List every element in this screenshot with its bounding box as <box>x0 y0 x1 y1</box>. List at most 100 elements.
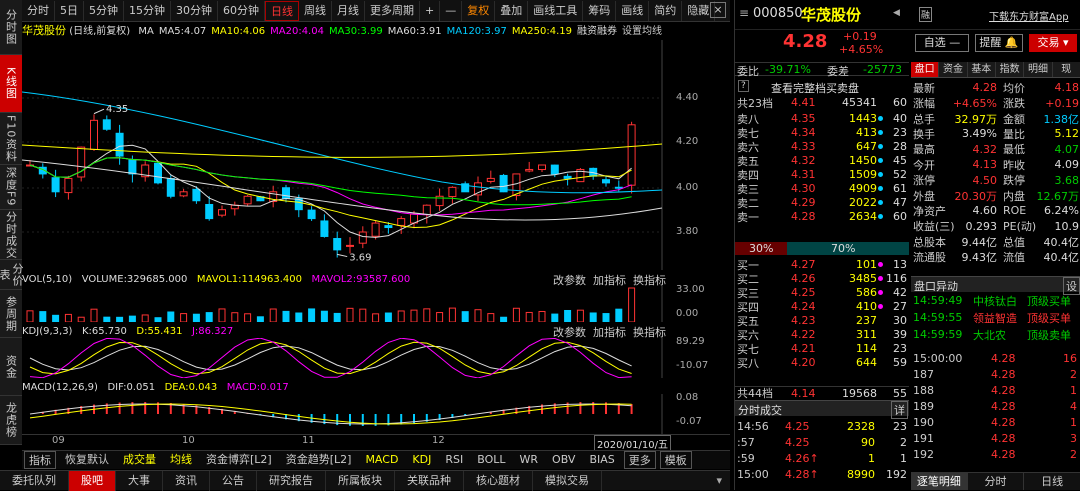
vtab-1[interactable]: K线图 <box>0 55 22 113</box>
volume-bar <box>52 314 60 322</box>
alert-row[interactable]: 14:59:49 中核钛白 顶级买单 <box>911 294 1080 308</box>
indtab-12[interactable]: BIAS <box>582 451 621 469</box>
bottomtab-1[interactable]: 股吧 <box>69 470 116 491</box>
window-close-button[interactable]: × <box>710 2 726 18</box>
bottomtab-3[interactable]: 资讯 <box>163 470 210 491</box>
download-app-link[interactable]: 下载东方财富App <box>989 8 1069 23</box>
toolbar-14[interactable]: 画线工具 <box>528 0 584 21</box>
candle <box>538 164 546 173</box>
vtab-5[interactable]: 分价表 <box>0 260 24 290</box>
book-count: 45 <box>893 154 907 168</box>
stock-name: 华茂股份 <box>801 6 862 24</box>
toolbar-7[interactable]: 周线 <box>299 0 332 21</box>
toolbar-16[interactable]: 画线 <box>616 0 650 21</box>
indtab-14[interactable]: 模板 <box>659 451 692 469</box>
bottomtab-9[interactable]: 模拟交易 <box>533 470 602 491</box>
vtab-0[interactable]: 分时图 <box>0 0 22 55</box>
toolbar-15[interactable]: 筹码 <box>583 0 617 21</box>
quote-tab-4[interactable]: 明细 <box>1024 62 1053 77</box>
candlestick-chart[interactable]: 4.35 3.69 <box>22 40 730 270</box>
right-bottom-tab-2[interactable]: 日线 <box>1024 473 1080 490</box>
vtab-4[interactable]: 分时成交 <box>0 210 22 260</box>
panel-link-1-0[interactable]: 改参数 <box>553 324 586 340</box>
full-book-link[interactable]: ? 查看完整档买卖盘 <box>735 79 909 95</box>
trade-button[interactable]: 交易 ▾ <box>1029 34 1077 52</box>
panel-link-0-0[interactable]: 改参数 <box>553 272 586 288</box>
bottomtab-7[interactable]: 关联品种 <box>395 470 464 491</box>
right-bottom-tab-1[interactable]: 分时 <box>968 473 1025 490</box>
toolbar-8[interactable]: 月线 <box>332 0 365 21</box>
toolbar-6[interactable]: 日线 <box>265 0 299 21</box>
indtab-4[interactable]: 资金博弈[L2] <box>199 451 279 469</box>
quote-tab-0[interactable]: 盘口 <box>911 62 940 77</box>
indtab-9[interactable]: BOLL <box>470 451 512 469</box>
toolbar-12[interactable]: 复权 <box>462 0 496 21</box>
menu-icon[interactable]: ≡ <box>739 6 749 20</box>
toolbar-0[interactable]: 分时 <box>22 0 55 21</box>
bottomtab-8[interactable]: 核心题材 <box>464 470 533 491</box>
alert-row[interactable]: 14:59:55 领益智造 顶级买单 <box>911 311 1080 325</box>
ticks-header: 分时成交 详 <box>735 400 909 419</box>
panel-link-1-2[interactable]: 换指标 <box>633 324 666 340</box>
tick-price: 4.28↑ <box>785 468 819 482</box>
prev-arrow-icon[interactable]: ◀ <box>893 8 900 18</box>
right-bottom-tab-0[interactable]: 逐笔明细 <box>911 473 968 490</box>
indtab-1[interactable]: 恢复默认 <box>58 451 116 469</box>
quote-tab-5[interactable]: 现 <box>1053 62 1080 77</box>
panel-link-1-1[interactable]: 加指标 <box>593 324 626 340</box>
vtab-8[interactable]: 龙虎榜 <box>0 396 22 445</box>
indtab-13[interactable]: 更多 <box>623 451 656 469</box>
ytick-2: 4.00 <box>676 182 699 193</box>
indtab-0[interactable]: 指标 <box>24 451 56 469</box>
toolbar-11[interactable]: — <box>440 0 463 21</box>
toolbar-10[interactable]: + <box>420 0 441 21</box>
toolbar-17[interactable]: 简约 <box>649 0 683 21</box>
toolbar-2[interactable]: 5分钟 <box>84 0 124 21</box>
collapse-arrow-icon[interactable]: ▾ <box>716 474 722 487</box>
alert-row[interactable]: 14:59:59 大北农 顶级卖单 <box>911 328 1080 342</box>
bottomtab-4[interactable]: 公告 <box>210 470 257 491</box>
indtab-10[interactable]: WR <box>513 451 546 469</box>
indtab-5[interactable]: 资金趋势[L2] <box>279 451 359 469</box>
indtab-2[interactable]: 成交量 <box>116 451 163 469</box>
bottomtab-5[interactable]: 研究报告 <box>257 470 326 491</box>
vtab-6[interactable]: 参周期 <box>0 290 22 338</box>
quote-tab-3[interactable]: 指数 <box>996 62 1025 77</box>
panel-link-0-2[interactable]: 换指标 <box>633 272 666 288</box>
total-buy-price: 4.14 <box>791 386 816 400</box>
quote-tab-1[interactable]: 资金 <box>939 62 968 77</box>
macd-chart[interactable] <box>22 394 730 434</box>
quote-value: 4.13 <box>972 158 998 172</box>
vtab-3[interactable]: 深度F9 <box>0 165 22 210</box>
panel-link-0-1[interactable]: 加指标 <box>593 272 626 288</box>
ytick-3: 3.80 <box>676 226 699 237</box>
bottomtab-0[interactable]: 委托队列 <box>0 470 69 491</box>
indtab-8[interactable]: RSI <box>438 451 470 469</box>
indtab-3[interactable]: 均线 <box>163 451 199 469</box>
bottomtab-6[interactable]: 所属板块 <box>326 470 395 491</box>
add-watchlist-button[interactable]: 自选 — <box>915 34 969 52</box>
volume-chart[interactable] <box>22 286 730 322</box>
indtab-11[interactable]: OBV <box>545 451 582 469</box>
toolbar-4[interactable]: 30分钟 <box>171 0 218 21</box>
vtab-7[interactable]: 资金 <box>0 338 22 396</box>
kdj-axis: 89.29 -10.07 <box>670 336 730 380</box>
kdj-chart[interactable] <box>22 338 730 378</box>
bottomtab-2[interactable]: 大事 <box>116 470 163 491</box>
ma-settings-link[interactable]: 设置均线 <box>622 22 662 37</box>
remind-button[interactable]: 提醒 🔔 <box>975 34 1023 52</box>
indtab-7[interactable]: KDJ <box>405 451 438 469</box>
toolbar-1[interactable]: 5日 <box>55 0 84 21</box>
volume-bar <box>231 312 239 322</box>
trade-vol: 2 <box>1070 448 1077 462</box>
vtab-2[interactable]: F10资料 <box>0 113 22 165</box>
quote-tab-2[interactable]: 基本 <box>968 62 996 77</box>
quote-value: 3.49% <box>962 127 997 141</box>
indtab-6[interactable]: MACD <box>358 451 405 469</box>
toolbar-9[interactable]: 更多周期 <box>365 0 420 21</box>
toolbar-13[interactable]: 叠加 <box>495 0 529 21</box>
ticks-detail-button[interactable]: 详 <box>891 401 908 419</box>
book-price: 4.34 <box>791 126 816 140</box>
toolbar-5[interactable]: 60分钟 <box>218 0 265 21</box>
toolbar-3[interactable]: 15分钟 <box>124 0 171 21</box>
